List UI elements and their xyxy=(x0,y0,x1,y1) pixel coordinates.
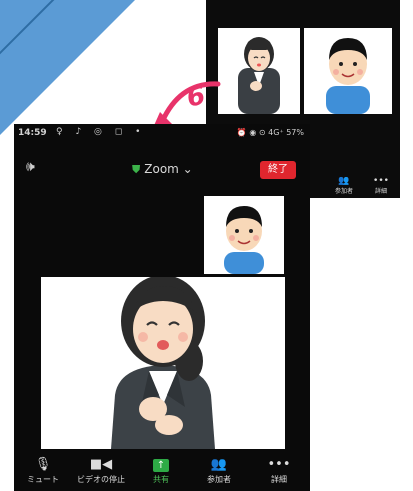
app-name: Zoom xyxy=(144,162,179,176)
prev-more-control: ••• 詳細 xyxy=(361,176,401,195)
meeting-controls: 🎙 ミュート ■◀ ビデオの停止 ↑ 共有 👥 参加者 ••• 詳細 xyxy=(14,456,310,491)
speaker-icon[interactable]: 🕪 xyxy=(26,159,35,175)
end-meeting-button[interactable]: 終了 xyxy=(260,161,296,179)
chevron-down-icon: ⌄ xyxy=(182,162,193,176)
share-icon: ↑ xyxy=(153,459,169,472)
meeting-title-dropdown[interactable]: ⛊ Zoom ⌄ xyxy=(132,162,193,177)
share-button[interactable]: ↑ 共有 xyxy=(132,456,190,485)
more-icon: ••• xyxy=(373,176,389,186)
meeting-top-bar: 🕪 ⛊ Zoom ⌄ 終了 xyxy=(14,156,310,182)
mute-button[interactable]: 🎙 ミュート xyxy=(14,456,72,485)
participants-icon: 👥 xyxy=(338,176,350,186)
more-button[interactable]: ••• 詳細 xyxy=(250,456,308,485)
woman-thumbnail xyxy=(218,28,300,114)
self-video-thumbnail[interactable] xyxy=(204,196,284,274)
prev-participants-control: 👥 参加者 xyxy=(324,176,364,195)
corner-decoration xyxy=(0,0,140,140)
participants-icon: 👥 xyxy=(210,457,228,472)
status-right-info: ⏰ ◉ ⊙ 4G⁺ 57% xyxy=(236,128,304,137)
participants-button[interactable]: 👥 参加者 xyxy=(190,456,248,485)
stop-video-button[interactable]: ■◀ ビデオの停止 xyxy=(72,456,130,485)
more-icon: ••• xyxy=(267,457,291,472)
status-bar: 14:59 ♀ ♪ ◎ ◻ • ⏰ ◉ ⊙ 4G⁺ 57% xyxy=(14,124,310,144)
video-camera-icon: ■◀ xyxy=(89,457,113,472)
microphone-icon: 🎙 xyxy=(34,457,52,472)
secure-shield-icon: ⛊ xyxy=(132,163,141,176)
zoom-meeting-screen: 14:59 ♀ ♪ ◎ ◻ • ⏰ ◉ ⊙ 4G⁺ 57% 🕪 ⛊ Zoom ⌄ … xyxy=(14,124,310,491)
boy-thumbnail xyxy=(304,28,392,114)
active-speaker-video xyxy=(41,277,285,449)
status-notification-icons: ♀ ♪ ◎ ◻ • xyxy=(56,127,146,137)
status-time: 14:59 xyxy=(18,128,47,138)
